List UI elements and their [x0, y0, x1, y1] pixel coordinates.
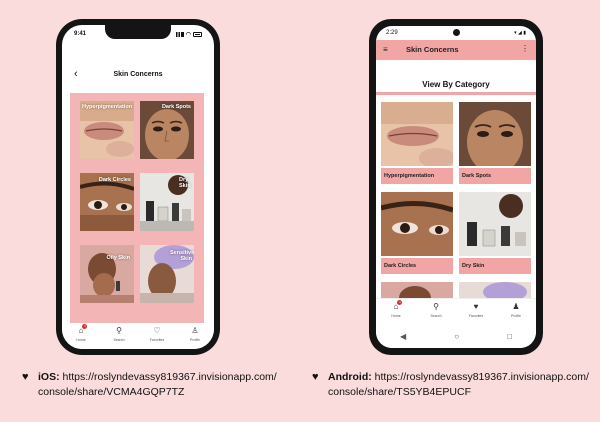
heart-icon: ♥ [473, 302, 479, 311]
nav-label: Profile [511, 314, 521, 318]
wifi-icon: ◠ [185, 31, 191, 38]
tab-label: Home [76, 338, 86, 342]
ios-phone-mockup: 9:41 ◠ ‹ Skin Concerns Hyperpigmentation… [56, 19, 220, 355]
notification-badge: 1 [397, 300, 403, 305]
status-icons: ▾ ◢ ▮ [514, 30, 526, 36]
tile-hyperpigmentation[interactable]: Hyperpigmentation [80, 101, 134, 159]
nav-favorites[interactable]: ♥ Favorites [461, 302, 491, 322]
search-icon: ⚲ [116, 326, 122, 335]
ios-link-line1[interactable]: https://roslyndevassy819367.invisionapp.… [60, 371, 277, 383]
ios-link-line2[interactable]: console/share/VCMA4GQP7TZ [38, 386, 184, 398]
person-icon: ♙ [191, 326, 199, 335]
tab-label: Search [113, 338, 125, 342]
ios-caption-label: iOS: [38, 371, 60, 383]
tab-search[interactable]: ⚲ Search [104, 326, 134, 349]
home-icon: ⌂ 1 [393, 300, 403, 311]
tab-label: Profile [190, 338, 200, 342]
card-hyperpigmentation[interactable]: Hyperpigmentation [381, 102, 453, 184]
android-status-time: 2:29 [386, 30, 398, 36]
android-phone-mockup: 2:29 ▾ ◢ ▮ ≡ Skin Concerns ⋮ View By Cat… [369, 19, 543, 355]
android-system-nav: ◀ ○ □ [376, 324, 536, 348]
recents-square-icon[interactable]: □ [507, 332, 512, 341]
ios-caption: ♥ iOS: https://roslyndevassy819367.invisi… [22, 370, 277, 400]
card-dark-spots[interactable]: Dark Spots [459, 102, 531, 184]
tile-label: Dark Spots [161, 104, 191, 110]
woman-photo [80, 245, 134, 303]
tile-oily-skin[interactable]: Oily Skin [80, 245, 134, 303]
tile-dry-skin[interactable]: Dry Skin [140, 173, 194, 231]
lips-photo [381, 102, 453, 166]
nav-profile[interactable]: ♟ Profile [501, 302, 531, 322]
tile-label: Hyperpigmentation [82, 104, 133, 110]
signal-icon [175, 31, 184, 37]
android-bottom-nav: ⌂ 1 Home ⚲ Search ♥ Favorites ♟ Profile [376, 298, 536, 322]
android-caption: ♥ Android: https://roslyndevassy819367.in… [312, 370, 589, 400]
android-caption-label: Android: [328, 371, 372, 383]
tab-favorites[interactable]: ♡ Favorites [142, 326, 172, 349]
home-icon: ⌂ 1 [78, 324, 88, 335]
ios-concern-grid: Hyperpigmentation Dark Spots Dark Circle… [70, 93, 204, 328]
android-page-title: Skin Concerns [406, 45, 459, 54]
nav-home[interactable]: ⌂ 1 Home [381, 300, 411, 322]
ios-notch [105, 25, 171, 39]
card-label: Dry Skin [459, 258, 531, 274]
android-status-bar: 2:29 ▾ ◢ ▮ [386, 30, 526, 40]
card-label: Hyperpigmentation [381, 168, 453, 184]
home-circle-icon[interactable]: ○ [454, 332, 459, 341]
tile-sensitive-skin[interactable]: Sensitive Skin [140, 245, 194, 303]
products-photo [459, 192, 531, 256]
eye-closeup-photo [381, 192, 453, 256]
ios-page-title: Skin Concerns [113, 71, 163, 78]
notification-badge: 1 [82, 324, 88, 329]
card-dry-skin[interactable]: Dry Skin [459, 192, 531, 274]
android-link-line1[interactable]: https://roslyndevassy819367.invisionapp.… [372, 371, 589, 383]
heart-icon: ♡ [153, 326, 161, 335]
ios-header: ‹ Skin Concerns [62, 67, 214, 85]
tile-label: Sensitive Skin [170, 250, 194, 263]
person-icon: ♟ [512, 302, 520, 311]
face-photo [459, 102, 531, 166]
back-triangle-icon[interactable]: ◀ [400, 332, 406, 341]
ios-screen: 9:41 ◠ ‹ Skin Concerns Hyperpigmentation… [62, 25, 214, 349]
tile-dark-spots[interactable]: Dark Spots [140, 101, 194, 159]
hamburger-menu-icon[interactable]: ≡ [383, 45, 388, 54]
nav-search[interactable]: ⚲ Search [421, 302, 451, 322]
android-screen: 2:29 ▾ ◢ ▮ ≡ Skin Concerns ⋮ View By Cat… [376, 26, 536, 348]
android-link-line2[interactable]: console/share/TS5YB4EPUCF [328, 386, 471, 398]
heart-bullet-icon: ♥ [22, 371, 29, 383]
tile-label: Oily Skin [106, 255, 130, 261]
tile-label: Dark Circles [98, 177, 131, 183]
tile-label: Dry Skin [179, 177, 191, 190]
section-heading: View By Category [422, 80, 490, 89]
android-app-bar: ≡ Skin Concerns ⋮ [376, 40, 536, 60]
tab-home[interactable]: ⌂ 1 Home [66, 324, 96, 349]
search-icon: ⚲ [433, 302, 439, 311]
battery-icon [193, 31, 202, 37]
heart-bullet-icon: ♥ [312, 371, 319, 383]
section-divider [376, 92, 536, 95]
more-options-icon[interactable]: ⋮ [521, 44, 529, 53]
card-label: Dark Spots [459, 168, 531, 184]
ios-tab-bar: ⌂ 1 Home ⚲ Search ♡ Favorites ♙ Profile [62, 323, 214, 349]
ios-status-time: 9:41 [74, 31, 87, 37]
tab-label: Favorites [149, 338, 165, 342]
tab-profile[interactable]: ♙ Profile [180, 326, 210, 349]
card-label: Dark Circles [381, 258, 453, 274]
card-dark-circles[interactable]: Dark Circles [381, 192, 453, 274]
nav-label: Favorites [468, 314, 484, 318]
nav-label: Home [391, 314, 401, 318]
tile-dark-circles[interactable]: Dark Circles [80, 173, 134, 231]
nav-label: Search [430, 314, 442, 318]
